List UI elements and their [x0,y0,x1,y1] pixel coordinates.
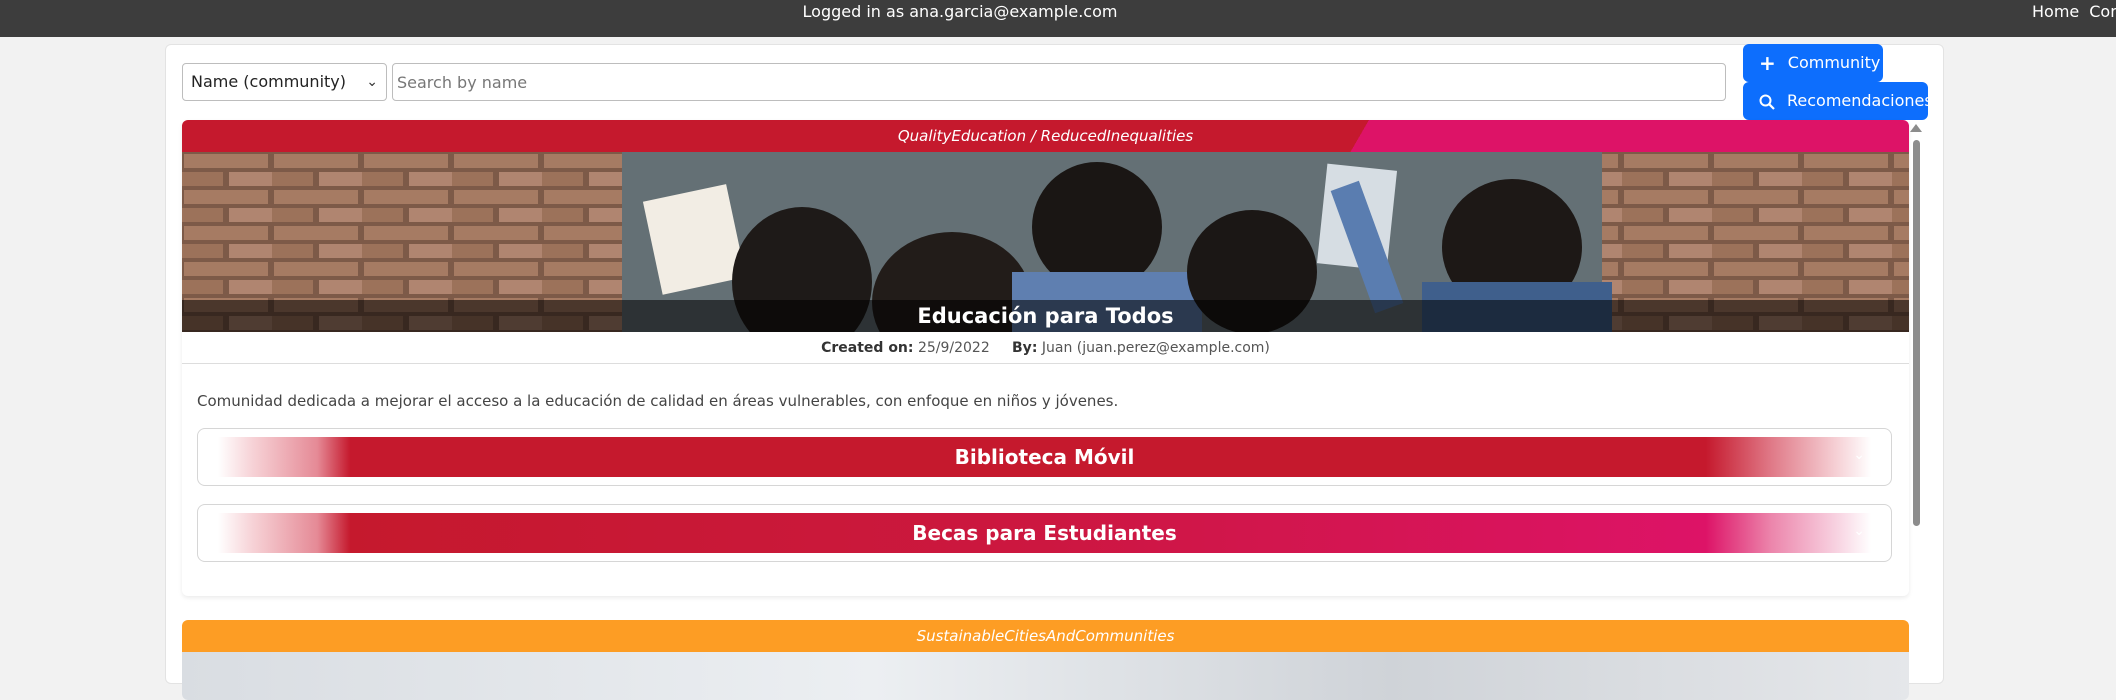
community-title: Educación para Todos [182,300,1909,332]
created-date: 25/9/2022 [917,340,990,356]
nav-home-link[interactable]: Home [2032,2,2079,21]
add-community-label: Community [1787,53,1881,72]
project-accordion-item[interactable]: Becas para Estudiantes ⌄ [197,504,1892,562]
chevron-down-icon: ⌄ [1853,447,1865,463]
community-image: Educación para Todos [182,152,1909,332]
add-community-button[interactable]: + Community [1743,44,1883,82]
scroll-up-arrow[interactable] [1910,124,1922,132]
recommendations-label: Recomendaciones [1787,91,1933,110]
author-value: Juan (juan.perez@example.com) [1041,340,1270,356]
scrollbar-thumb[interactable] [1913,140,1920,526]
filter-select[interactable]: Name (community) ⌄ [182,63,387,101]
recommendations-button[interactable]: Recomendaciones [1743,82,1933,120]
community-tags: QualityEducation / ReducedInequalities [182,120,1909,152]
logged-in-label: Logged in as ana.garcia@example.com [802,2,1118,21]
project-accordion-item[interactable]: Biblioteca Móvil ⌄ [197,428,1892,486]
search-input[interactable] [392,63,1726,101]
filter-select-value: Name (community) [191,72,346,91]
community-description: Comunidad dedicada a mejorar el acceso a… [197,392,1119,410]
project-title: Becas para Estudiantes [218,513,1871,553]
created-label: Created on: [821,340,914,356]
author-label: By: [1012,340,1038,356]
project-title: Biblioteca Móvil [218,437,1871,477]
top-bar: Logged in as ana.garcia@example.com Home… [0,0,2116,37]
plus-icon: + [1759,51,1776,75]
community-meta: Created on: 25/9/2022 By: Juan (juan.per… [182,332,1909,364]
top-nav: Home Con [2032,2,2116,22]
nav-con-link[interactable]: Con [2089,2,2116,21]
chevron-down-icon: ⌄ [1853,523,1865,539]
chevron-down-icon: ⌄ [366,74,378,90]
community-card: SustainableCitiesAndCommunities [182,620,1909,700]
community-tags: SustainableCitiesAndCommunities [182,620,1909,652]
community-image [182,652,1909,700]
community-card: QualityEducation / ReducedInequalities E… [182,120,1909,596]
search-icon [1759,82,1775,120]
